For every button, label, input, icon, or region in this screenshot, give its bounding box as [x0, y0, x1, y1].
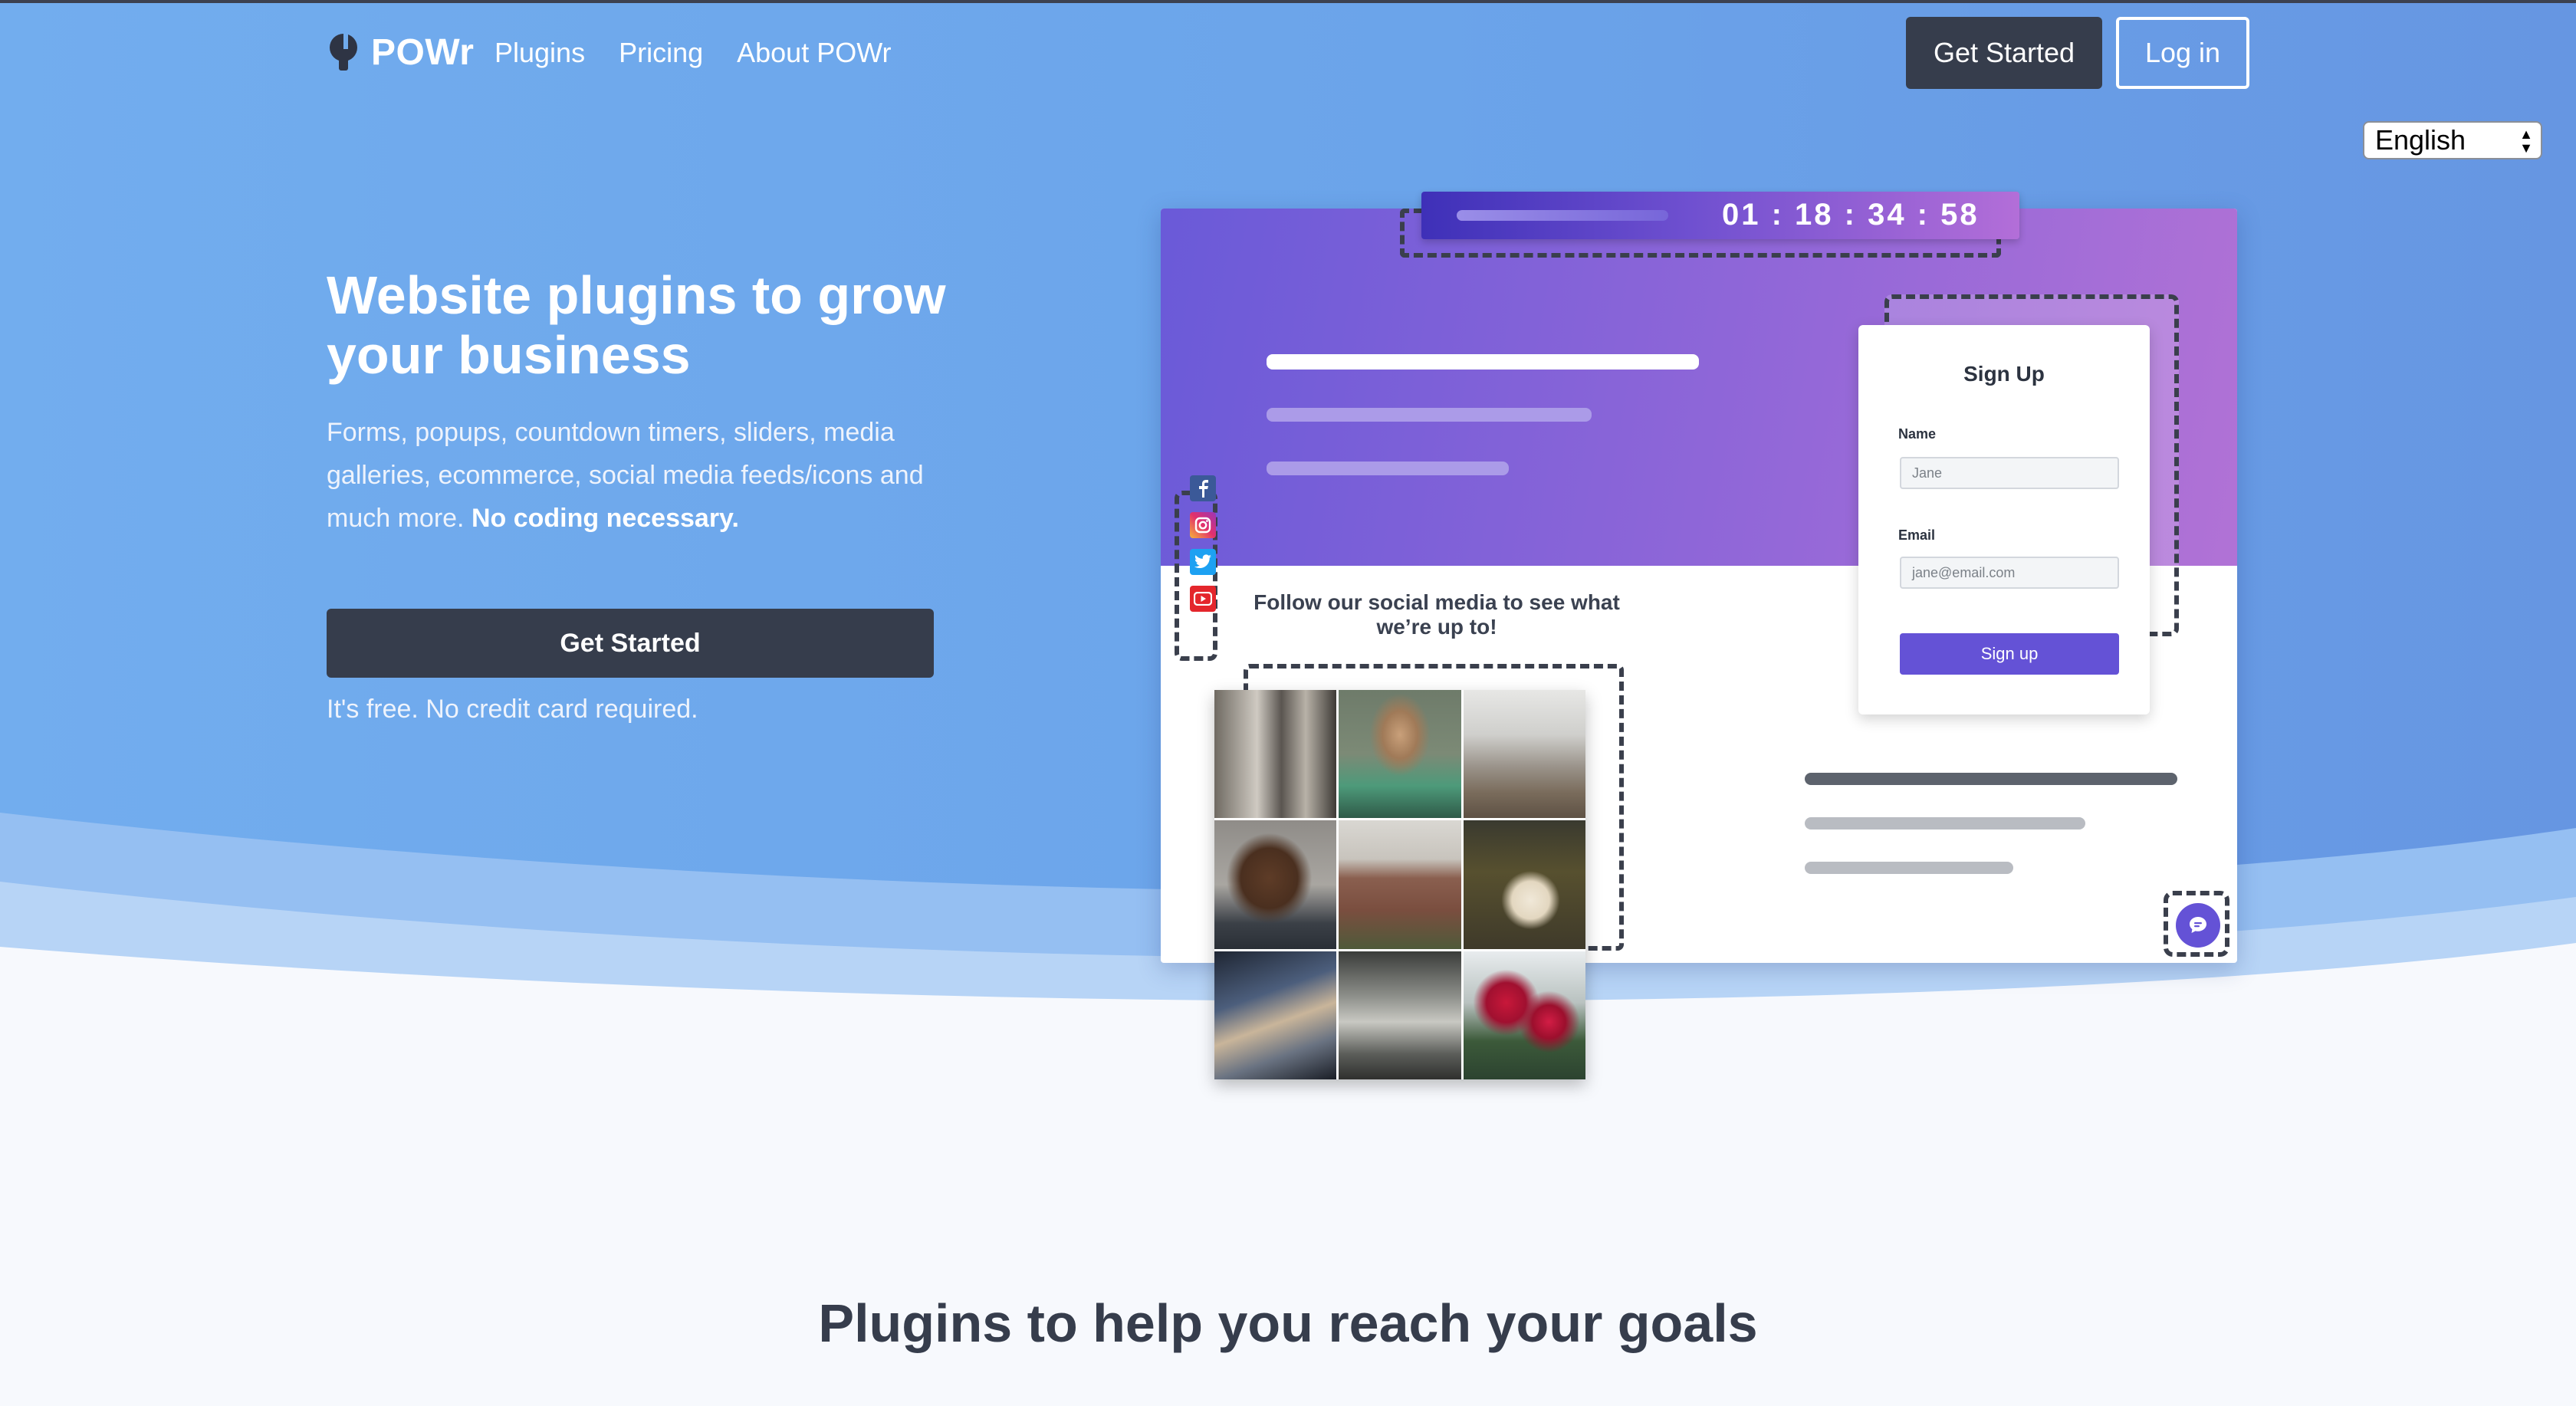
gallery-photo-man-smiling [1214, 820, 1337, 949]
hero-subtitle: Forms, popups, countdown timers, sliders… [327, 411, 955, 540]
page: POWr Plugins Pricing About POWr Get Star… [0, 0, 2576, 1406]
placeholder-line [1267, 408, 1592, 422]
gallery-photo-escalator [1214, 951, 1337, 1079]
gallery-photo-pumpkin [1463, 820, 1585, 949]
facebook-icon [1190, 475, 1216, 501]
get-started-nav-button[interactable]: Get Started [1906, 17, 2102, 89]
signup-form-card: Sign Up Name Jane Email jane@email.com S… [1858, 325, 2150, 714]
media-gallery [1214, 690, 1585, 1079]
get-started-hero-button[interactable]: Get Started [327, 609, 934, 678]
youtube-icon [1190, 586, 1216, 612]
placeholder-line [1267, 462, 1509, 475]
form-title: Sign Up [1963, 362, 2045, 386]
chat-icon [2176, 903, 2220, 948]
free-note: It's free. No credit card required. [327, 695, 698, 724]
nav-link-pricing[interactable]: Pricing [619, 37, 703, 69]
powr-logo-icon [330, 34, 358, 71]
twitter-icon [1190, 549, 1216, 575]
language-select[interactable]: English ▲ ▼ [2363, 121, 2542, 159]
placeholder-line [1805, 862, 2013, 874]
nav-links: Plugins Pricing About POWr [495, 37, 892, 69]
gallery-photo-mountain [1463, 690, 1585, 819]
gallery-photo-woman [1339, 690, 1461, 819]
timer-value: 01 : 18 : 34 : 58 [1722, 198, 1980, 232]
powr-logo[interactable]: POWr [328, 31, 474, 74]
gallery-photo-street-wall [1339, 951, 1461, 1079]
email-field: jane@email.com [1900, 557, 2119, 589]
language-selected-value: English [2375, 124, 2466, 156]
gallery-photo-barn [1339, 820, 1461, 949]
hero-subtitle-bold: No coding necessary. [471, 504, 739, 533]
window-top-edge [0, 0, 2576, 3]
nav-link-about[interactable]: About POWr [737, 37, 891, 69]
countdown-timer: 01 : 18 : 34 : 58 [1421, 192, 2019, 239]
hero-title: Website plugins to grow your business [327, 265, 946, 385]
select-arrows-icon: ▲ ▼ [2519, 126, 2533, 156]
instagram-icon [1190, 512, 1216, 538]
top-navigation: POWr Plugins Pricing About POWr Get Star… [0, 3, 2576, 101]
email-label: Email [1898, 527, 1936, 543]
name-label: Name [1898, 426, 1937, 442]
login-button[interactable]: Log in [2116, 17, 2249, 89]
nav-link-plugins[interactable]: Plugins [495, 37, 585, 69]
signup-button: Sign up [1900, 633, 2119, 675]
gallery-photo-building [1214, 690, 1337, 819]
name-field: Jane [1900, 457, 2119, 489]
logo-text: POWr [371, 31, 475, 73]
placeholder-line [1267, 354, 1699, 370]
placeholder-line [1805, 773, 2177, 785]
timer-progress-bar [1457, 210, 1668, 221]
gallery-photo-red-flowers [1463, 951, 1585, 1079]
follow-text: Follow our social media to see what we’r… [1254, 590, 1620, 639]
section-title: Plugins to help you reach your goals [818, 1293, 1758, 1353]
placeholder-line [1805, 817, 2085, 829]
